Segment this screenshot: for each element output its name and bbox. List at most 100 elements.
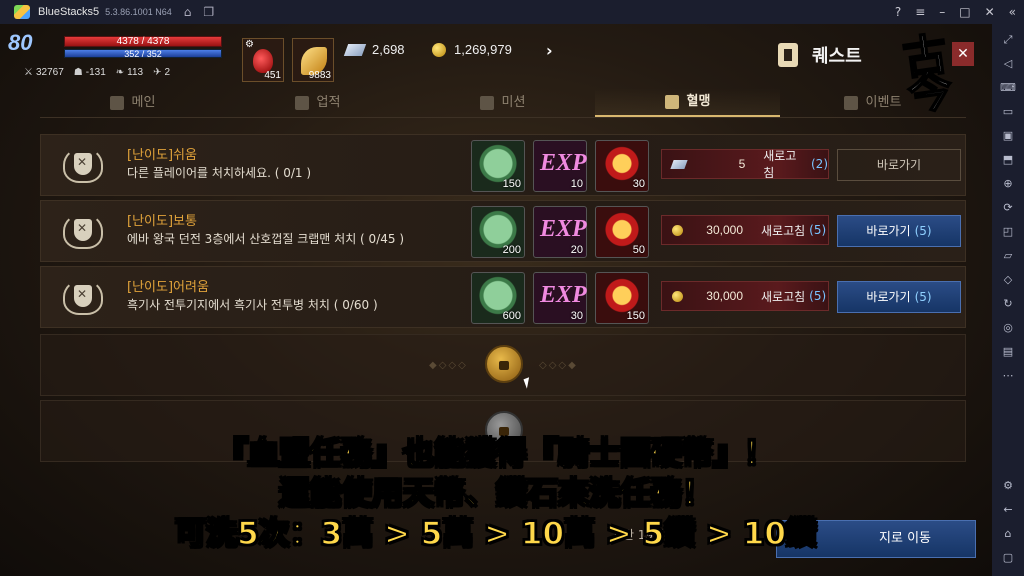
quest-row: [난이도]쉬움 다른 플레이어를 처치하세요. ( 0/1 ) 150 EXP1… — [40, 134, 966, 196]
go-button[interactable]: 바로가기 (5) — [837, 281, 961, 313]
flag-icon — [479, 95, 494, 110]
gem-currency: 2,698 — [343, 42, 405, 57]
gift-icon — [843, 95, 858, 110]
knight-coin-reward[interactable]: 200 — [471, 206, 525, 258]
quest-description: 다른 플레이어를 처치하세요. ( 0/1 ) — [127, 166, 312, 180]
refresh-cost[interactable]: 5 새로고침 (2) — [661, 149, 829, 180]
gear-icon: ⚙ — [245, 39, 254, 50]
help-icon[interactable]: ? — [895, 5, 901, 19]
stat-row: ⚔ 32767 ☗ -131 ❧ 113 ✈ 2 — [24, 67, 170, 78]
gold-coin-icon — [432, 42, 446, 57]
more-icon[interactable]: ⋯ — [999, 367, 1017, 385]
gold-coin-icon — [672, 290, 683, 302]
feather-count: 9883 — [308, 70, 331, 81]
mp-text: 352 / 352 — [124, 49, 162, 59]
lock-icon[interactable] — [485, 345, 523, 383]
panel-title: 퀘스트 — [778, 42, 862, 68]
volume-icon[interactable]: ◁ — [999, 55, 1017, 73]
stat-value: 2 — [164, 67, 171, 78]
gold-amount: 1,269,979 — [454, 42, 512, 57]
close-window-icon[interactable]: ✕ — [985, 5, 995, 19]
quest-row: [난이도]보통 에바 왕국 던전 3층에서 산호껍질 크랩맨 처치 ( 0/45… — [40, 200, 966, 262]
video-subtitles: 『血盟任務』也能獲得『騎士團硬幣』！ 還能使用天幣、鑽石來洗任務！ 可洗5次：3… — [0, 434, 992, 554]
clan-coin-reward[interactable]: 30 — [595, 140, 649, 192]
knight-coin-reward[interactable]: 150 — [471, 140, 525, 192]
eco-mode-icon[interactable]: ◎ — [999, 319, 1017, 337]
minimize-icon[interactable]: – — [939, 5, 945, 19]
go-button[interactable]: 바로가기 — [837, 149, 961, 181]
home-icon[interactable]: ⌂ — [184, 5, 192, 19]
subtitle-line: 可洗5次：3萬 > 5萬 > 10萬 > 5鑽 > 10鑽 — [174, 515, 817, 553]
go-button[interactable]: 바로가기 (5) — [837, 215, 961, 247]
hp-bar: 4378 / 4378 — [64, 36, 222, 47]
tab-clan[interactable]: 혈맹 — [595, 88, 780, 117]
fullscreen-icon[interactable]: ⤢ — [999, 31, 1017, 49]
exp-reward[interactable]: EXP 10 — [533, 140, 587, 192]
tab-achievement[interactable]: 업적 — [225, 88, 410, 117]
clan-emblem-icon — [63, 147, 103, 183]
menu-icon[interactable]: ≡ — [915, 5, 925, 19]
quest-description: 에바 왕국 던전 3층에서 산호껍질 크랩맨 처치 ( 0/45 ) — [127, 232, 404, 246]
folder-icon[interactable]: ▱ — [999, 247, 1017, 265]
maximize-icon[interactable]: □ — [959, 5, 970, 19]
tab-mission[interactable]: 미션 — [410, 88, 595, 117]
install-apk-icon[interactable]: ⬒ — [999, 151, 1017, 169]
stat-value: 113 — [127, 67, 144, 78]
gem-amount: 2,698 — [372, 42, 405, 57]
layers-icon[interactable]: ▤ — [999, 343, 1017, 361]
emulator-titlebar: BlueStacks5 5.3.86.1001 N64 ⌂ ❐ ? ≡ – □ … — [0, 0, 1024, 24]
refresh-cost[interactable]: 30,000 새로고침 (5) — [661, 215, 829, 245]
app-version: 5.3.86.1001 N64 — [105, 7, 172, 17]
sync-icon[interactable]: ⟳ — [999, 199, 1017, 217]
macro-icon[interactable]: ⊕ — [999, 175, 1017, 193]
wing-icon: ❧ — [115, 67, 125, 78]
locked-quest-slot: ◆◇◇◇ ◇◇◇◆ — [40, 334, 966, 396]
shake-icon[interactable]: ◇ — [999, 271, 1017, 289]
exp-icon: EXP — [540, 282, 587, 308]
keyboard-icon[interactable]: ⌨ — [999, 79, 1017, 97]
game-screen: 80 4378 / 4378 352 / 352 ⚔ 32767 ☗ -131 ❧ 1… — [0, 24, 992, 576]
multi-instance-icon[interactable]: ❐ — [203, 5, 214, 19]
hp-text: 4378 / 4378 — [116, 36, 170, 47]
tab-main[interactable]: 메인 — [40, 88, 225, 117]
refresh-cost[interactable]: 30,000 새로고침 (5) — [661, 281, 829, 311]
quest-difficulty: [난이도]보통 — [127, 214, 197, 229]
gem-icon — [343, 43, 367, 56]
rotate-icon[interactable]: ↻ — [999, 295, 1017, 313]
panel-title-text: 퀘스트 — [812, 46, 862, 67]
record-icon[interactable]: ▣ — [999, 127, 1017, 145]
exp-reward[interactable]: EXP 30 — [533, 272, 587, 324]
back-icon[interactable]: ← — [999, 501, 1017, 519]
expand-icon[interactable]: « — [1009, 5, 1016, 19]
emulator-sidebar: ⤢ ◁ ⌨ ▭ ▣ ⬒ ⊕ ⟳ ◰ ▱ ◇ ↻ ◎ ▤ ⋯ ⚙ ← ⌂ ▢ — [992, 24, 1024, 576]
quest-row: [난이도]어려움 흑기사 전투기지에서 흑기사 전투병 처치 ( 0/60 ) … — [40, 266, 966, 328]
quest-scroll-icon — [778, 43, 798, 67]
settings-icon[interactable]: ⚙ — [999, 477, 1017, 495]
chevron-right-icon[interactable]: › — [546, 41, 553, 60]
player-level: 80 — [8, 30, 33, 55]
gold-coin-icon — [672, 224, 683, 236]
clan-emblem-icon — [63, 213, 103, 249]
clan-coin-reward[interactable]: 150 — [595, 272, 649, 324]
subtitle-line: 還能使用天幣、鑽石來洗任務！ — [278, 475, 714, 513]
mp-bar: 352 / 352 — [64, 49, 222, 59]
feather-slot[interactable]: 9883 — [292, 38, 334, 82]
recent-apps-icon[interactable]: ▢ — [999, 549, 1017, 567]
clan-emblem-icon — [63, 279, 103, 315]
exp-reward[interactable]: EXP 20 — [533, 206, 587, 258]
quest-tabs: 메인 업적 미션 혈맹 이벤트 — [40, 88, 966, 118]
clan-coin-reward[interactable]: 50 — [595, 206, 649, 258]
knight-coin-reward[interactable]: 600 — [471, 272, 525, 324]
screenshot-icon[interactable]: ◰ — [999, 223, 1017, 241]
bird-icon: ✈ — [153, 67, 162, 78]
quest-difficulty: [난이도]쉬움 — [127, 148, 197, 163]
gamepad-icon[interactable]: ▭ — [999, 103, 1017, 121]
tab-event[interactable]: 이벤트 — [780, 88, 965, 117]
stat-value: -131 — [85, 67, 106, 78]
quest-difficulty: [난이도]어려움 — [127, 280, 209, 295]
potion-slot[interactable]: ⚙ 451 — [242, 38, 284, 82]
android-home-icon[interactable]: ⌂ — [999, 525, 1017, 543]
quest-description: 흑기사 전투기지에서 흑기사 전투병 처치 ( 0/60 ) — [127, 298, 378, 312]
gold-currency: 1,269,979 — [432, 42, 512, 57]
bluestacks-logo-icon — [14, 5, 30, 19]
